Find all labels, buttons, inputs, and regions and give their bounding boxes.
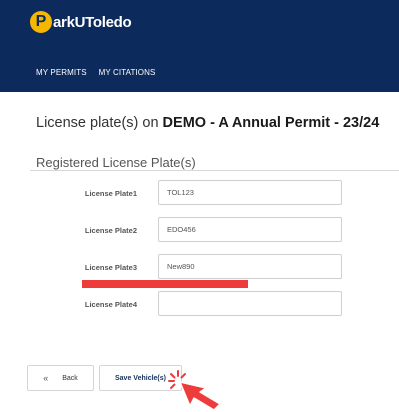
section-divider	[30, 170, 399, 171]
license-plate-1-label: License Plate1	[84, 189, 137, 198]
section-title: Registered License Plate(s)	[36, 155, 196, 170]
logo-text: arkUToledo	[53, 13, 132, 31]
pointer-arrow-icon	[179, 381, 221, 411]
license-plate-4-input[interactable]	[158, 291, 342, 316]
license-plate-2-input[interactable]	[158, 217, 342, 242]
back-button[interactable]: « Back	[27, 365, 94, 391]
page-title: License plate(s) on DEMO - A Annual Perm…	[36, 115, 379, 131]
site-header: P arkUToledo MY PERMITS MY CITATIONS	[0, 0, 399, 92]
nav-my-citations[interactable]: MY CITATIONS	[99, 68, 156, 77]
page-title-prefix: License plate(s) on	[36, 115, 163, 131]
back-button-label: Back	[62, 374, 78, 382]
nav-my-permits[interactable]: MY PERMITS	[36, 68, 87, 77]
license-plate-3-label: License Plate3	[84, 263, 137, 272]
parkutoledo-logo[interactable]: P arkUToledo	[30, 9, 132, 35]
main-nav: MY PERMITS MY CITATIONS	[36, 68, 155, 77]
highlight-bar	[82, 280, 248, 288]
permit-name: DEMO - A Annual Permit - 23/24	[162, 115, 380, 131]
license-plate-1-input[interactable]	[158, 180, 342, 205]
license-plate-2-label: License Plate2	[84, 226, 137, 235]
logo-mark: P	[30, 11, 52, 33]
chevron-left-double-icon: «	[43, 373, 49, 383]
license-plate-4-label: License Plate4	[84, 300, 137, 309]
license-plate-3-input[interactable]	[158, 254, 342, 279]
